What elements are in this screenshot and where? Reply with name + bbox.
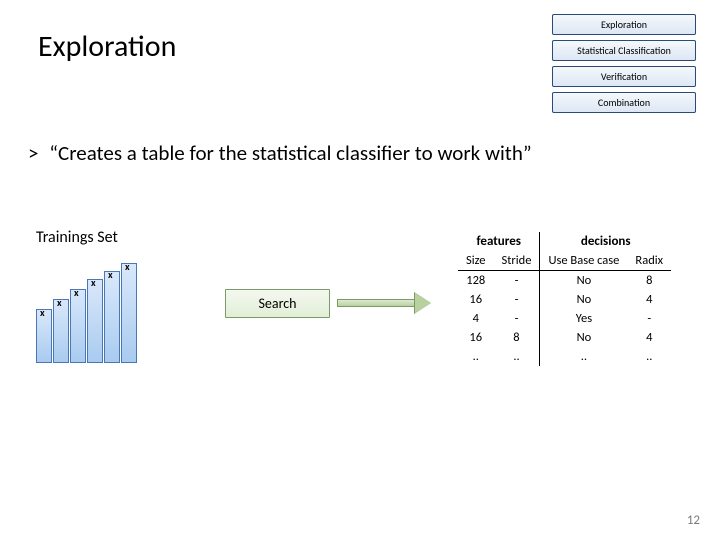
search-box: Search [225,289,330,318]
quote-line: > “Creates a table for the statistical c… [28,140,690,166]
cell-size: .. [458,347,494,366]
col-stride: Stride [494,251,540,271]
cell-radix: 8 [627,271,671,291]
col-radix: Radix [627,251,671,271]
cell-radix: - [627,309,671,328]
cell-size: 4 [458,309,494,328]
bar-item: x [36,309,52,363]
bar-mark: x [108,268,113,281]
bar-mark: x [40,306,45,319]
page-title: Exploration [38,28,176,65]
nav-verification[interactable]: Verification [552,66,696,87]
cell-size: 16 [458,328,494,347]
cell-base: No [540,290,627,309]
nav-exploration[interactable]: Exploration [552,14,696,35]
bar-item: x [70,289,86,363]
nav-stack: Exploration Statistical Classification V… [552,14,696,118]
cell-base: No [540,328,627,347]
group-header-features: features [458,232,540,251]
bar-item: x [121,263,137,363]
cell-base: .. [540,347,627,366]
cell-stride: - [494,290,540,309]
cell-stride: - [494,309,540,328]
table-row: 4 - Yes - [458,309,671,328]
table-row: 128 - No 8 [458,271,671,291]
col-size: Size [458,251,494,271]
bar-item: x [104,271,120,363]
bar-mark: x [57,296,62,309]
table-row: .. .. .. .. [458,347,671,366]
cell-base: No [540,271,627,291]
results-table: features decisions Size Stride Use Base … [458,232,671,366]
trainings-bars: x x x x x x [36,253,156,363]
bar-item: x [53,299,69,363]
cell-size: 16 [458,290,494,309]
page-number: 12 [687,513,700,528]
bullet-caret: > [28,140,38,166]
nav-statistical-classification[interactable]: Statistical Classification [552,40,696,61]
col-base: Use Base case [540,251,627,271]
bar-mark: x [91,276,96,289]
arrow-icon [337,295,432,311]
search-block: Search [225,289,440,318]
group-header-decisions: decisions [540,232,671,251]
bar-mark: x [74,286,79,299]
quote-text: “Creates a table for the statistical cla… [49,140,531,166]
table-row: 16 - No 4 [458,290,671,309]
cell-stride: .. [494,347,540,366]
trainings-set-block: Trainings Set x x x x x x [36,228,156,363]
cell-stride: - [494,271,540,291]
cell-radix: 4 [627,328,671,347]
cell-size: 128 [458,271,494,291]
cell-stride: 8 [494,328,540,347]
bar-item: x [87,279,103,363]
bar-mark: x [125,260,130,273]
cell-base: Yes [540,309,627,328]
cell-radix: 4 [627,290,671,309]
table-row: 16 8 No 4 [458,328,671,347]
trainings-set-label: Trainings Set [36,228,156,247]
nav-combination[interactable]: Combination [552,92,696,113]
cell-radix: .. [627,347,671,366]
